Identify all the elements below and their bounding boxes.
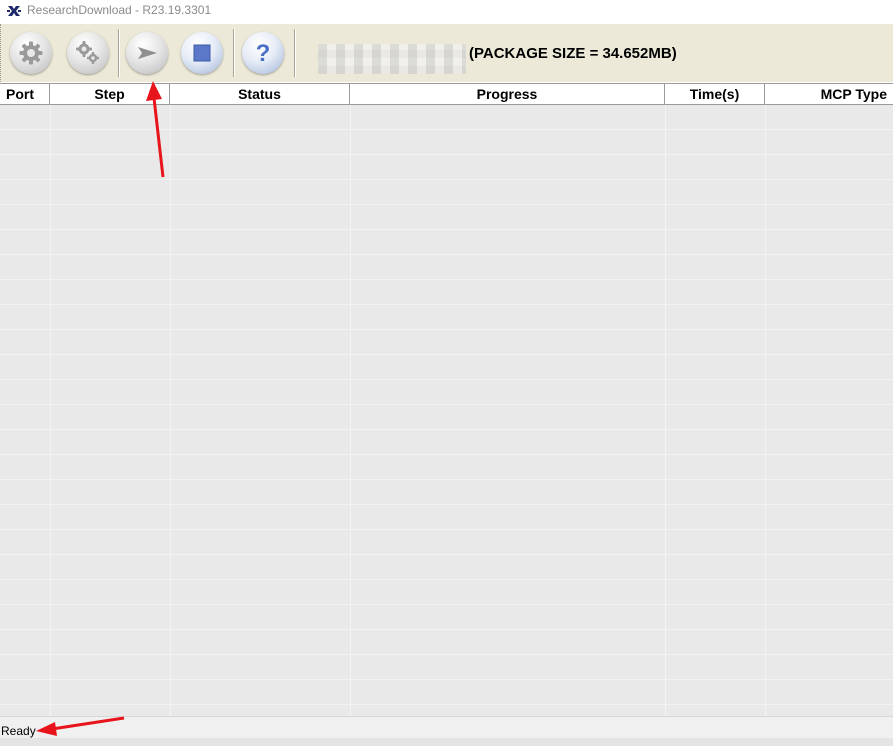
port-list[interactable]: Port Step Status Progress Time(s) MCP Ty… [0, 83, 893, 716]
column-header-step[interactable]: Step [50, 84, 170, 104]
column-header-status[interactable]: Status [170, 84, 350, 104]
svg-text:?: ? [256, 40, 271, 67]
column-divider [665, 105, 666, 716]
load-packet-button[interactable] [10, 32, 52, 74]
stop-square-icon [193, 44, 211, 62]
column-header-progress[interactable]: Progress [350, 84, 665, 104]
column-divider [170, 105, 171, 716]
toolbar-separator [118, 29, 119, 77]
pixelated-region [318, 44, 466, 74]
column-header-port[interactable]: Port [0, 84, 50, 104]
research-download-app-icon [7, 6, 21, 16]
settings-button[interactable] [67, 32, 109, 74]
question-icon: ? [256, 40, 271, 67]
column-header-time[interactable]: Time(s) [665, 84, 765, 104]
package-size-label: (PACKAGE SIZE = 34.652MB) [469, 45, 677, 62]
toolbar-gripper [0, 24, 2, 82]
title-bar: ResearchDownload - R23.19.3301 [0, 0, 893, 22]
column-header-mcp-type[interactable]: MCP Type [765, 84, 893, 104]
gears-icon [76, 41, 99, 64]
gear-icon [19, 41, 43, 65]
column-divider [765, 105, 766, 716]
start-download-button[interactable] [126, 32, 168, 74]
list-header: Port Step Status Progress Time(s) MCP Ty… [0, 83, 893, 105]
about-button[interactable]: ? [242, 32, 284, 74]
status-text: Ready [1, 724, 36, 738]
list-rows [0, 105, 893, 716]
column-divider [350, 105, 351, 716]
play-arrow-icon [138, 47, 157, 59]
status-bar-bottom-edge [0, 738, 893, 746]
toolbar-separator [294, 29, 295, 77]
column-divider [50, 105, 51, 716]
stop-download-button[interactable] [181, 32, 223, 74]
window-title: ResearchDownload - R23.19.3301 [27, 3, 212, 17]
toolbar-separator [233, 29, 234, 77]
